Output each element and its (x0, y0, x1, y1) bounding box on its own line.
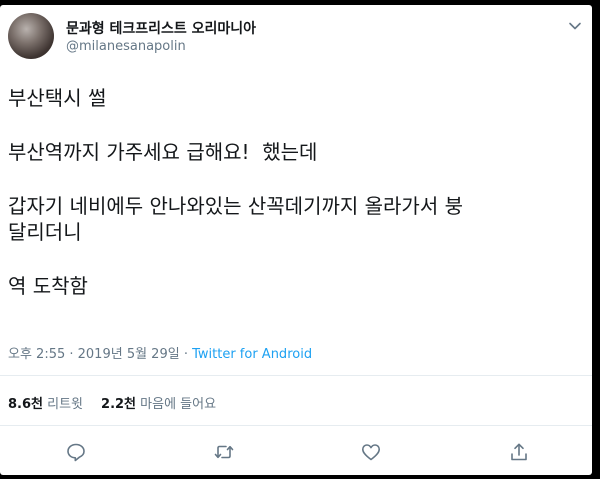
reply-icon[interactable] (65, 441, 87, 463)
avatar[interactable] (8, 13, 54, 59)
share-icon[interactable] (508, 441, 530, 463)
chevron-down-icon[interactable] (568, 19, 582, 33)
tweet-card: 문과형 테크프리스트 오리마니아 @milanesanapolin 부산택시 썰… (0, 5, 592, 475)
display-name[interactable]: 문과형 테크프리스트 오리마니아 (66, 18, 256, 38)
tweet-text: 부산택시 썰 부산역까지 가주세요 급해요! 했는데 갑자기 네비에두 안나와있… (8, 85, 580, 299)
user-handle[interactable]: @milanesanapolin (66, 39, 186, 54)
tweet-paragraph: 부산택시 썰 (8, 86, 107, 110)
source-link[interactable]: Twitter for Android (192, 347, 312, 362)
tweet-paragraph: 역 도착함 (8, 274, 88, 298)
tweet-paragraph: 부산역까지 가주세요 급해요! 했는데 (8, 140, 318, 164)
engagement-stats: 8.6천 리트윗 2.2천 마음에 들어요 (8, 393, 216, 412)
like-label: 마음에 들어요 (140, 397, 217, 412)
tweet-meta: 오후 2:55 · 2019년 5월 29일 · Twitter for And… (8, 343, 312, 362)
retweet-label: 리트윗 (47, 397, 84, 412)
divider (0, 425, 592, 426)
retweet-count: 8.6천 (8, 397, 43, 412)
like-stat[interactable]: 2.2천 마음에 들어요 (101, 397, 216, 412)
divider (0, 375, 592, 376)
retweet-stat[interactable]: 8.6천 리트윗 (8, 397, 83, 412)
retweet-icon[interactable] (213, 441, 235, 463)
timestamp[interactable]: 오후 2:55 · 2019년 5월 29일 · (8, 347, 192, 362)
heart-icon[interactable] (360, 441, 382, 463)
like-count: 2.2천 (101, 397, 137, 412)
action-bar (0, 441, 592, 465)
tweet-paragraph: 갑자기 네비에두 안나와있는 산꼭데기까지 올라가서 붕 달리더니 (8, 194, 463, 244)
